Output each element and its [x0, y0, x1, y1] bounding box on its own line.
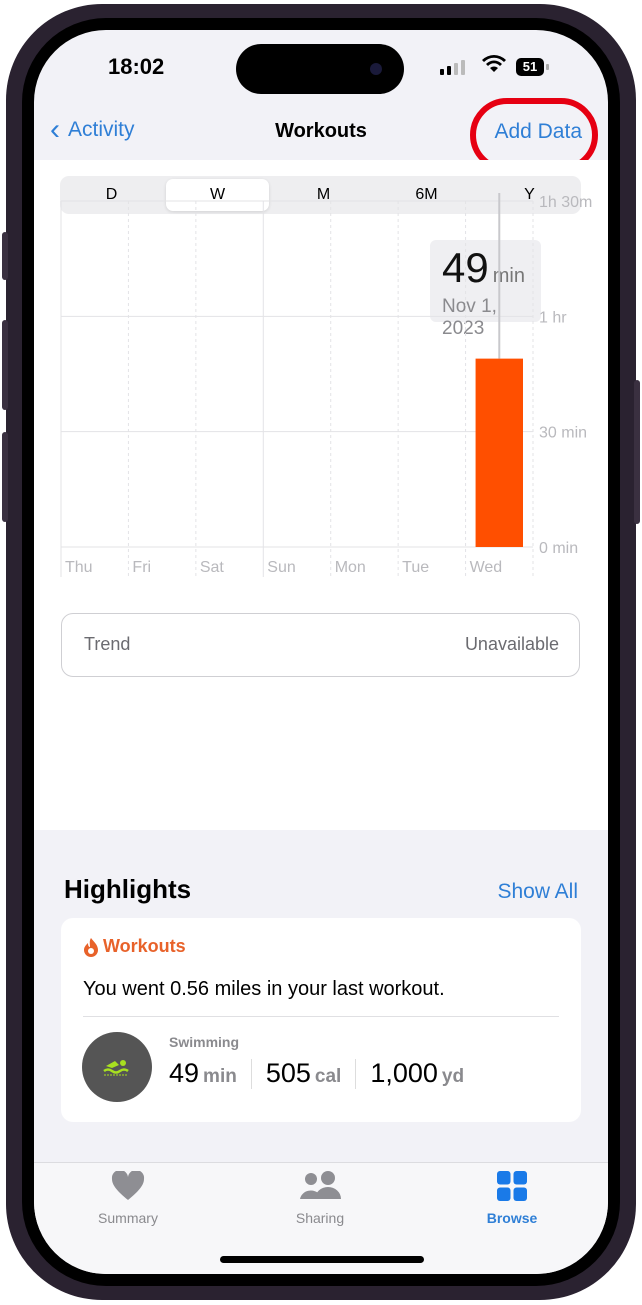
workouts-bar-chart[interactable]: 0 min 30 min 1 hr 1h 30m Thu Fri Sat Sun Mon Tue W… [34, 160, 608, 610]
tab-summary-label: Summary [98, 1210, 158, 1226]
volume-up-button [2, 320, 8, 410]
y-tick-label: 1 hr [539, 309, 567, 326]
x-tick-label: Mon [335, 559, 366, 576]
trend-value: Unavailable [464, 634, 559, 654]
x-tick-label: Thu [65, 559, 93, 576]
action-button [2, 232, 8, 280]
camera-icon [370, 63, 382, 75]
y-tick-label: 30 min [539, 425, 587, 442]
workout-avatar [82, 1032, 152, 1102]
highlight-message: You went 0.56 miles in your last workout… [83, 978, 445, 1000]
distance-unit: yd [441, 1066, 465, 1087]
battery-icon: 51 [516, 58, 549, 76]
highlight-category-label: Workouts [103, 936, 186, 956]
duration-unit: min [203, 1066, 237, 1087]
heart-icon [111, 1169, 145, 1200]
x-tick-label: Sat [200, 559, 225, 576]
screen: 18:02 51 ‹ Activity Workouts Add Data D … [34, 30, 608, 1274]
tab-sharing[interactable]: Sharing [260, 1171, 380, 1226]
tab-browse[interactable]: Browse [452, 1171, 572, 1226]
calories-value: 505 [265, 1058, 311, 1088]
duration-value: 49 [169, 1058, 200, 1088]
flame-icon [84, 937, 98, 957]
clock: 18:02 [108, 54, 165, 79]
y-tick-label: 1h 30m [539, 194, 592, 211]
volume-down-button [2, 432, 8, 522]
tab-sharing-label: Sharing [295, 1210, 345, 1226]
highlight-card[interactable]: Workouts You went 0.56 miles in your las… [61, 918, 581, 1122]
x-tick-label: Sun [267, 559, 295, 576]
tab-summary[interactable]: Summary [68, 1169, 188, 1226]
trend-label: Trend [84, 634, 131, 654]
dynamic-island [236, 44, 404, 94]
x-tick-label: Wed [470, 559, 503, 576]
show-all-link[interactable]: Show All [497, 880, 578, 904]
grid-icon [497, 1171, 527, 1201]
y-tick-label: 0 min [539, 540, 578, 557]
workout-type: Swimming [169, 1034, 240, 1050]
home-indicator[interactable] [220, 1256, 424, 1263]
trend-row[interactable]: Trend Unavailable [61, 613, 580, 677]
signal-icon [440, 60, 465, 75]
swimming-icon [103, 1060, 129, 1076]
calories-unit: cal [314, 1066, 342, 1087]
power-button [634, 380, 640, 524]
x-tick-label: Tue [402, 559, 429, 576]
stat-divider [250, 1058, 252, 1089]
x-tick-label: Fri [132, 559, 151, 576]
highlight-category: Workouts [83, 936, 186, 957]
wifi-icon [482, 55, 506, 72]
distance-value: 1,000 [370, 1058, 438, 1088]
people-icon [300, 1171, 341, 1199]
divider [83, 1016, 559, 1017]
workout-stats: 49 min 505 cal 1,000 yd [169, 1058, 464, 1089]
bar-wed [475, 358, 523, 547]
tab-browse-label: Browse [486, 1210, 538, 1226]
highlights-heading: Highlights [64, 874, 192, 904]
stat-divider [355, 1058, 357, 1089]
